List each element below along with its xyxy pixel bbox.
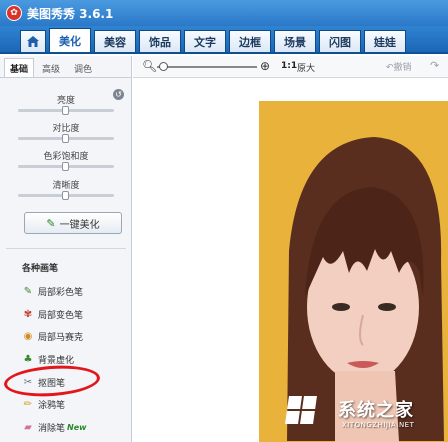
undo-icon: ↶	[386, 63, 394, 73]
home-button[interactable]	[20, 30, 46, 52]
brush-item-eraser[interactable]: ▰ 消除笔 New	[22, 416, 130, 439]
main-tab-bar: 美化 美容 饰品 文字 边框 场景 闪图 娃娃	[0, 26, 448, 54]
tab-beauty[interactable]: 美容	[94, 30, 136, 52]
brightness-slider[interactable]: 亮度	[0, 93, 132, 115]
brush-list: ✎ 局部彩色笔 ✾ 局部变色笔 ◉ 局部马赛克 ♣ 背景虚化 ✂ 抠图笔 ✏ 涂…	[22, 280, 130, 439]
recolor-brush-icon: ✾	[23, 308, 33, 320]
subtab-advanced[interactable]: 高级	[36, 58, 66, 77]
zoom-slider-track[interactable]	[157, 66, 257, 68]
brush-label: 局部变色笔	[38, 310, 84, 321]
mosaic-icon: ◉	[23, 331, 33, 343]
slider-track[interactable]	[18, 191, 114, 200]
slider-label: 亮度	[56, 96, 75, 106]
actual-size-ratio[interactable]: 1:1	[281, 61, 297, 71]
slider-thumb[interactable]	[62, 191, 69, 200]
blur-icon: ♣	[23, 353, 33, 365]
undo-label: 撤销	[393, 63, 412, 73]
watermark-text: 系统之家	[338, 400, 414, 421]
doodle-pen-icon: ✏	[23, 399, 33, 411]
zoom-out-icon[interactable]: 🔍︎	[142, 59, 157, 73]
window-title: 美图秀秀 3.6.1	[27, 6, 114, 21]
sharpness-slider[interactable]: 清晰度	[0, 178, 132, 200]
zoom-slider-knob[interactable]	[159, 62, 168, 71]
subtab-tone[interactable]: 调色	[68, 58, 98, 77]
undo-button[interactable]: ↶撤销	[386, 60, 412, 73]
slider-thumb[interactable]	[62, 134, 69, 143]
contrast-slider[interactable]: 对比度	[0, 121, 132, 143]
watermark: 系统之家 XITONGZHIJIA.NET	[280, 387, 444, 437]
slider-thumb[interactable]	[62, 106, 69, 115]
brush-item-mosaic[interactable]: ◉ 局部马赛克	[22, 325, 130, 348]
tab-scenes[interactable]: 场景	[274, 30, 316, 52]
one-key-beautify-label: 一键美化	[59, 219, 100, 231]
slider-label: 清晰度	[52, 181, 80, 191]
slider-track[interactable]	[18, 134, 114, 143]
slider-label: 对比度	[52, 124, 80, 134]
tab-dolls[interactable]: 娃娃	[364, 30, 406, 52]
brush-label: 涂鸦笔	[38, 401, 66, 412]
original-size-button[interactable]: 原大	[297, 61, 315, 74]
brush-label: 局部彩色笔	[38, 287, 84, 298]
brush-item-doodle[interactable]: ✏ 涂鸦笔	[22, 393, 130, 416]
home-icon	[27, 36, 39, 47]
tab-flash[interactable]: 闪图	[319, 30, 361, 52]
slider-track[interactable]	[18, 106, 114, 115]
slider-thumb[interactable]	[62, 162, 69, 171]
canvas-toolbar: 🔍︎ ⊕ 1:1 原大 ↶撤销 ↷	[133, 56, 448, 78]
color-brush-icon: ✎	[23, 285, 33, 297]
tab-frames[interactable]: 边框	[229, 30, 271, 52]
brush-item-color[interactable]: ✎ 局部彩色笔	[22, 280, 130, 303]
brush-item-recolor[interactable]: ✾ 局部变色笔	[22, 303, 130, 326]
sub-tab-bar: 基础 高级 调色	[0, 56, 131, 78]
one-key-beautify-button[interactable]: ✎ 一键美化	[24, 212, 122, 234]
watermark-logo-icon	[285, 396, 317, 424]
saturation-slider[interactable]: 色彩饱和度	[0, 149, 132, 171]
slider-label: 色彩饱和度	[43, 152, 89, 162]
subtab-basic[interactable]: 基础	[4, 58, 35, 77]
new-badge: New	[67, 422, 87, 432]
title-bar: ✿ 美图秀秀 3.6.1	[0, 0, 448, 26]
brush-section-title: 各种画笔	[22, 264, 59, 274]
divider	[6, 248, 126, 249]
tab-beautify[interactable]: 美化	[49, 28, 91, 52]
slider-track[interactable]	[18, 162, 114, 171]
brush-label: 消除笔	[38, 423, 66, 434]
brush-label: 局部马赛克	[38, 333, 84, 344]
zoom-in-icon[interactable]: ⊕	[260, 59, 270, 73]
magic-wand-icon: ✎	[46, 216, 56, 230]
watermark-url: XITONGZHIJIA.NET	[342, 421, 415, 429]
brush-label: 背景虚化	[38, 355, 75, 366]
tab-text[interactable]: 文字	[184, 30, 226, 52]
eraser-pen-icon: ▰	[24, 421, 32, 433]
redo-icon[interactable]: ↷	[430, 59, 439, 72]
app-logo-icon: ✿	[6, 5, 22, 21]
tab-accessories[interactable]: 饰品	[139, 30, 181, 52]
